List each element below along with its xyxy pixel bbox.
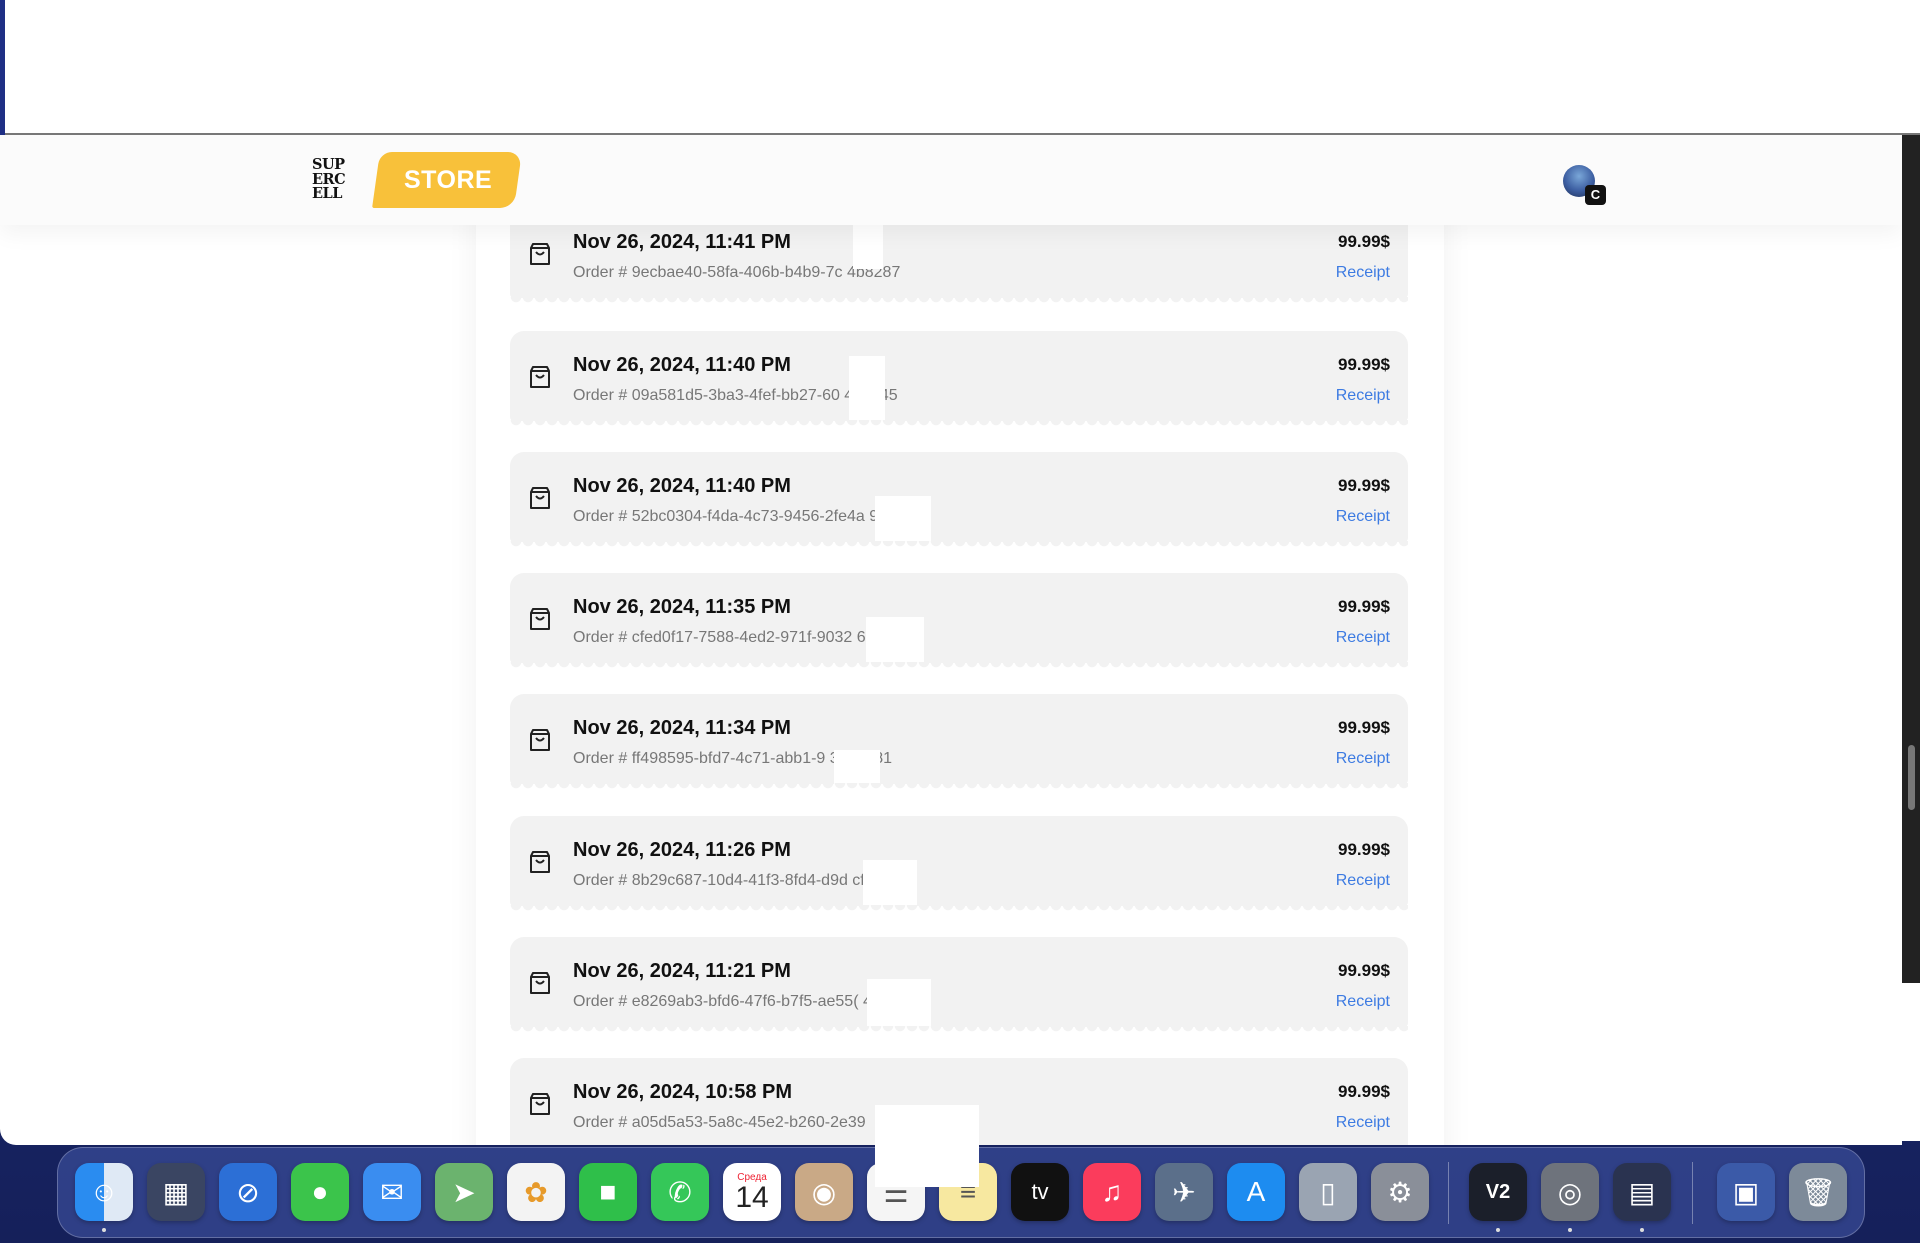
running-indicator	[1496, 1228, 1500, 1232]
calendar-day: 14	[735, 1180, 769, 1214]
messages-icon[interactable]: ●	[291, 1163, 349, 1221]
order-id: Order # 52bc0304-f4da-4c73-9456-2fe4a 9	[573, 508, 879, 525]
finder-icon[interactable]: ☺	[75, 1163, 133, 1221]
shopping-bag-icon	[530, 608, 550, 630]
music-icon[interactable]: ♫	[1083, 1163, 1141, 1221]
shopping-bag-icon	[530, 366, 550, 388]
order-price: 99.99$	[1338, 718, 1390, 737]
shopping-bag-icon	[530, 972, 550, 994]
dock-separator	[1448, 1162, 1449, 1224]
order-item: Nov 26, 2024, 11:35 PM Order # cfed0f17-…	[510, 573, 1408, 712]
receipt-link[interactable]: Receipt	[1336, 993, 1390, 1011]
facetime-icon[interactable]: ■	[579, 1163, 637, 1221]
order-date: Nov 26, 2024, 11:40 PM	[573, 475, 791, 497]
dock-separator	[1692, 1162, 1693, 1224]
receipt-link[interactable]: Receipt	[1336, 750, 1390, 768]
order-date: Nov 26, 2024, 11:21 PM	[573, 960, 791, 982]
redaction	[867, 979, 931, 1055]
order-item: Nov 26, 2024, 11:34 PM Order # ff498595-…	[510, 694, 1408, 805]
redaction	[834, 750, 880, 805]
order-date: Nov 26, 2024, 11:41 PM	[573, 231, 791, 253]
order-price: 99.99$	[1338, 1082, 1390, 1101]
shopping-bag-icon	[530, 851, 550, 873]
maps-icon[interactable]: ➤	[435, 1163, 493, 1221]
appletv-icon[interactable]: tv	[1011, 1163, 1069, 1221]
order-id: Order # a05d5a53-5a8c-45e2-b260-2e39	[573, 1114, 866, 1131]
receipt-link[interactable]: Receipt	[1336, 872, 1390, 890]
chrome-icon[interactable]: ◎	[1541, 1163, 1599, 1221]
order-item: Nov 26, 2024, 11:21 PM Order # e8269ab3-…	[510, 937, 1408, 1055]
order-price: 99.99$	[1338, 597, 1390, 616]
redaction	[875, 496, 931, 574]
redaction	[875, 1105, 979, 1187]
system-settings-icon[interactable]: ⚙	[1371, 1163, 1429, 1221]
running-indicator	[1640, 1228, 1644, 1232]
scrollbar-thumb[interactable]	[1908, 745, 1915, 810]
safari-icon[interactable]: ⊘	[219, 1163, 277, 1221]
order-price: 99.99$	[1338, 232, 1390, 251]
order-item: Nov 26, 2024, 11:26 PM Order # 8b29c687-…	[510, 816, 1408, 930]
iphone-mirroring-icon[interactable]: ▯	[1299, 1163, 1357, 1221]
top-window-area	[5, 0, 1920, 135]
launchpad-icon[interactable]: ▦	[147, 1163, 205, 1221]
browser-viewport: Nov 26, 2024, 11:41 PM Order # 9ecbae40-…	[0, 135, 1902, 1145]
mail-icon[interactable]: ✉	[363, 1163, 421, 1221]
redaction	[863, 860, 917, 930]
profile-badge: C	[1585, 185, 1606, 205]
order-id: Order # 8b29c687-10d4-41f3-8fd4-d9d cf0	[573, 872, 874, 889]
rocket-icon[interactable]: ✈	[1155, 1163, 1213, 1221]
running-indicator	[102, 1228, 106, 1232]
shopping-bag-icon	[530, 1093, 550, 1115]
order-date: Nov 26, 2024, 11:34 PM	[573, 717, 791, 739]
order-id: Order # 9ecbae40-58fa-406b-b4b9-7c 4b828…	[573, 264, 901, 281]
order-date: Nov 26, 2024, 11:40 PM	[573, 354, 791, 376]
calendar-icon[interactable]: Среда 14	[723, 1163, 781, 1221]
order-id: Order # cfed0f17-7588-4ed2-971f-9032 64	[573, 629, 875, 646]
store-badge: STORE	[372, 152, 523, 208]
store-header: SUP ERC ELL STORE C	[0, 135, 1902, 225]
receipt-link[interactable]: Receipt	[1336, 1114, 1390, 1132]
receipt-link[interactable]: Receipt	[1336, 508, 1390, 526]
store-logo[interactable]: SUP ERC ELL STORE	[312, 152, 523, 208]
shopping-bag-icon	[530, 243, 550, 265]
contacts-icon[interactable]: ◉	[795, 1163, 853, 1221]
order-item: Nov 26, 2024, 11:40 PM Order # 09a581d5-…	[510, 331, 1408, 436]
shopping-bag-icon	[530, 729, 550, 751]
order-price: 99.99$	[1338, 961, 1390, 980]
order-date: Nov 26, 2024, 10:58 PM	[573, 1081, 793, 1103]
numbers-icon[interactable]: ▤	[1613, 1163, 1671, 1221]
supercell-logo: SUP ERC ELL	[312, 156, 346, 203]
order-price: 99.99$	[1338, 355, 1390, 374]
receipt-link[interactable]: Receipt	[1336, 387, 1390, 405]
order-date: Nov 26, 2024, 11:26 PM	[573, 839, 791, 861]
trash-icon[interactable]: 🗑	[1789, 1163, 1847, 1221]
shopping-bag-icon	[530, 487, 550, 509]
page-scrollbar[interactable]	[1902, 135, 1920, 983]
v2-app-icon[interactable]: V2	[1469, 1163, 1527, 1221]
photos-icon[interactable]: ✿	[507, 1163, 565, 1221]
redaction	[849, 356, 885, 436]
running-indicator	[1568, 1228, 1572, 1232]
overlay-patch	[1668, 983, 1920, 1141]
receipt-link[interactable]: Receipt	[1336, 629, 1390, 647]
receipt-link[interactable]: Receipt	[1336, 264, 1390, 282]
order-price: 99.99$	[1338, 840, 1390, 859]
redaction	[853, 221, 883, 269]
order-item: Nov 26, 2024, 11:40 PM Order # 52bc0304-…	[510, 452, 1408, 574]
appstore-icon[interactable]: A	[1227, 1163, 1285, 1221]
order-id: Order # e8269ab3-bfd6-47f6-b7f5-ae55( 4	[573, 993, 872, 1010]
order-date: Nov 26, 2024, 11:35 PM	[573, 596, 791, 618]
order-price: 99.99$	[1338, 476, 1390, 495]
phone-icon[interactable]: ✆	[651, 1163, 709, 1221]
screenshot-icon[interactable]: ▣	[1717, 1163, 1775, 1221]
